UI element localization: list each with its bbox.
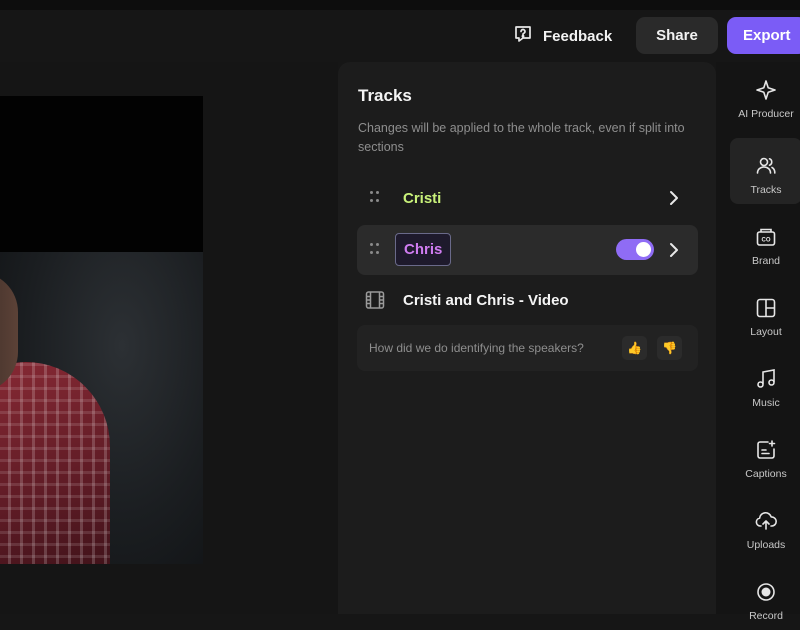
sidebar-item-label: Layout xyxy=(750,326,782,338)
export-button[interactable]: Export xyxy=(727,17,800,54)
sidebar-item-layout[interactable]: Layout xyxy=(730,280,800,346)
top-bar: Feedback Share Export xyxy=(0,10,800,62)
sidebar-item-label: Music xyxy=(752,397,780,409)
top-strip xyxy=(0,0,800,10)
tracks-panel: Tracks Changes will be applied to the wh… xyxy=(338,62,716,614)
users-icon xyxy=(755,154,777,178)
feedback-button[interactable]: Feedback xyxy=(512,20,612,52)
svg-text:CO: CO xyxy=(762,238,771,244)
track-name-input[interactable]: Chris xyxy=(395,233,451,266)
thumbs-up-icon[interactable]: 👍 xyxy=(622,336,647,360)
panel-description: Changes will be applied to the whole tra… xyxy=(358,121,685,154)
sidebar-item-music[interactable]: Music xyxy=(730,351,800,417)
sidebar-item-tracks[interactable]: Tracks xyxy=(730,138,800,204)
sidebar-item-label: AI Producer xyxy=(738,108,794,120)
brand-kit-icon: CO xyxy=(755,225,777,249)
speaker-feedback-box: How did we do identifying the speakers? … xyxy=(357,325,698,371)
chevron-right-icon[interactable] xyxy=(668,190,680,211)
sidebar-item-uploads[interactable]: Uploads xyxy=(730,493,800,559)
thumbs-down-icon[interactable]: 👎 xyxy=(657,336,682,360)
track-row-video[interactable]: Cristi and Chris - Video xyxy=(357,275,698,325)
track-visibility-toggle[interactable] xyxy=(616,239,654,260)
video-preview[interactable] xyxy=(0,96,203,564)
captions-icon xyxy=(755,438,777,462)
sidebar-item-label: Brand xyxy=(751,255,781,267)
record-icon xyxy=(755,580,777,604)
sidebar-item-ai-producer[interactable]: AI Producer xyxy=(730,62,800,128)
feedback-icon xyxy=(512,23,534,50)
share-button[interactable]: Share xyxy=(636,17,718,54)
speaker-shirt xyxy=(0,362,110,564)
music-note-icon xyxy=(755,367,777,391)
feedback-question: How did we do identifying the speakers? xyxy=(369,341,584,355)
layout-icon xyxy=(755,296,777,320)
feedback-label: Feedback xyxy=(543,27,613,45)
video-scene xyxy=(0,252,203,564)
chevron-right-icon[interactable] xyxy=(668,242,680,263)
sidebar-item-brand[interactable]: CO Brand xyxy=(730,209,800,275)
track-name: Cristi and Chris - Video xyxy=(403,291,569,309)
sidebar-item-captions[interactable]: Captions xyxy=(730,422,800,488)
drag-handle-icon[interactable] xyxy=(370,243,380,257)
sidebar-item-label: Uploads xyxy=(746,539,786,551)
sidebar-item-label: Record xyxy=(749,610,783,622)
sparkle-icon xyxy=(755,78,777,102)
track-name: Cristi xyxy=(403,189,442,207)
drag-handle-icon[interactable] xyxy=(370,191,380,205)
sidebar-item-label: Captions xyxy=(745,468,787,480)
upload-cloud-icon xyxy=(755,509,777,533)
sidebar-item-record[interactable]: Record xyxy=(730,564,800,630)
right-sidebar: AI Producer Tracks CO Brand Layout Music… xyxy=(716,62,800,622)
track-row-cristi[interactable]: Cristi xyxy=(357,173,698,223)
panel-title: Tracks xyxy=(358,86,412,105)
track-row-chris[interactable]: Chris xyxy=(357,225,698,275)
film-icon xyxy=(365,290,385,315)
sidebar-item-label: Tracks xyxy=(750,184,782,196)
